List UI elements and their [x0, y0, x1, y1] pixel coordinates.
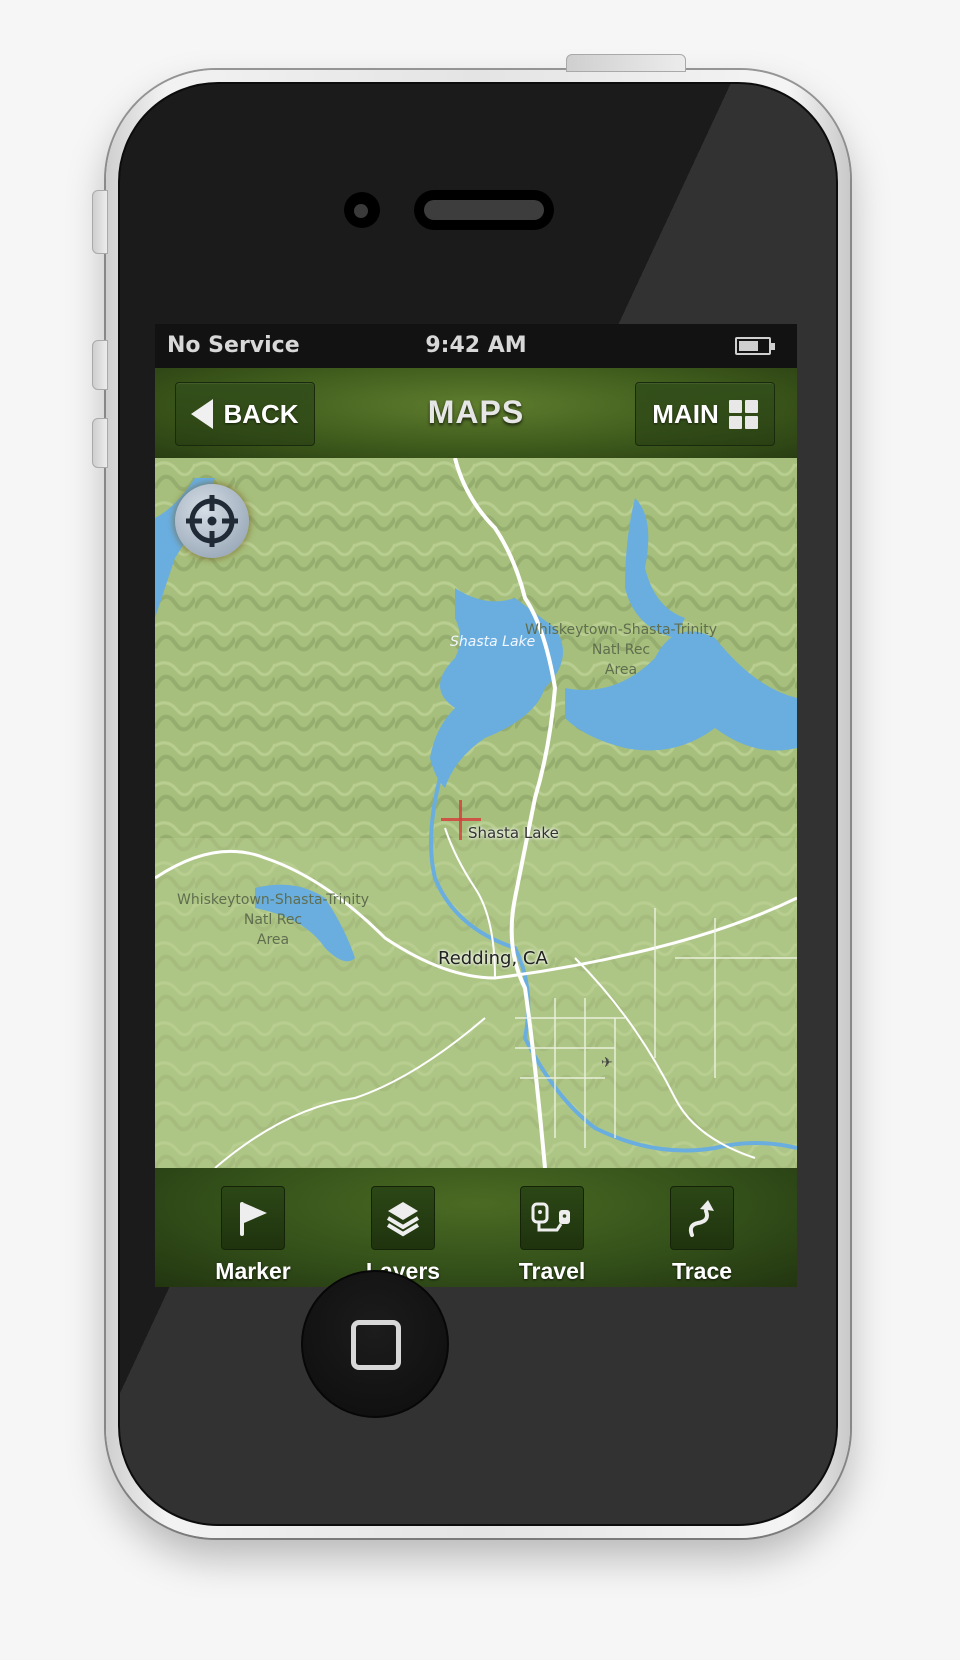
home-button[interactable] [301, 1270, 449, 1418]
volume-down-button [92, 418, 108, 468]
front-camera [344, 192, 380, 228]
home-square-icon [351, 1320, 401, 1370]
locate-me-button[interactable] [175, 484, 249, 558]
map-label-line: Whiskeytown-Shasta-Trinity [525, 622, 717, 638]
main-menu-button[interactable]: MAIN [635, 382, 775, 446]
trace-button[interactable]: Trace [642, 1186, 762, 1285]
map-label-line: Whiskeytown-Shasta-Trinity [177, 892, 369, 908]
map-label-line: Natl Rec [243, 912, 303, 928]
main-label: MAIN [652, 398, 719, 429]
mute-switch [92, 190, 108, 254]
travel-route-icon [520, 1186, 584, 1250]
travel-label: Travel [518, 1258, 586, 1284]
travel-button[interactable]: Travel [492, 1186, 612, 1285]
map-center-crosshair [441, 800, 481, 840]
map-label-shasta-lake: Shasta Lake [450, 634, 536, 650]
earpiece-speaker [414, 190, 554, 230]
map-label-line: Area [256, 932, 290, 948]
layers-icon [371, 1186, 435, 1250]
volume-up-button [92, 340, 108, 390]
airport-icon: ✈ [601, 1054, 613, 1070]
map-label-city-shasta-lake: Shasta Lake [468, 824, 559, 842]
status-bar: No Service 9:42 AM [155, 324, 797, 368]
clock-text: 9:42 AM [425, 333, 527, 358]
grid-icon [728, 399, 758, 429]
map-view[interactable]: Shasta Lake Whiskeytown-Shasta-Trinity N… [155, 458, 797, 1168]
nav-bar: BACK MAPS MAIN [155, 368, 797, 460]
battery-icon [735, 337, 775, 355]
flag-icon [221, 1186, 285, 1250]
layers-button[interactable]: Layers [343, 1186, 463, 1285]
map-label-city-redding: Redding, CA [438, 948, 548, 969]
valley-terrain [155, 838, 797, 1168]
map-label-line: Area [604, 662, 638, 678]
bottom-toolbar: Marker Layers Travel Trace [155, 1168, 797, 1287]
power-button [566, 54, 686, 72]
map-label-line: Natl Rec [591, 642, 651, 658]
map-label-park-ne: Whiskeytown-Shasta-Trinity Natl Rec Area [525, 620, 717, 680]
crosshair-target-icon [186, 495, 238, 547]
marker-button[interactable]: Marker [193, 1186, 313, 1285]
app-screen: No Service 9:42 AM BACK MAPS MAIN Shasta… [155, 324, 797, 1287]
trace-label: Trace [671, 1258, 733, 1284]
marker-label: Marker [215, 1258, 291, 1284]
map-label-park-w: Whiskeytown-Shasta-Trinity Natl Rec Area [177, 890, 369, 950]
trace-path-icon [670, 1186, 734, 1250]
